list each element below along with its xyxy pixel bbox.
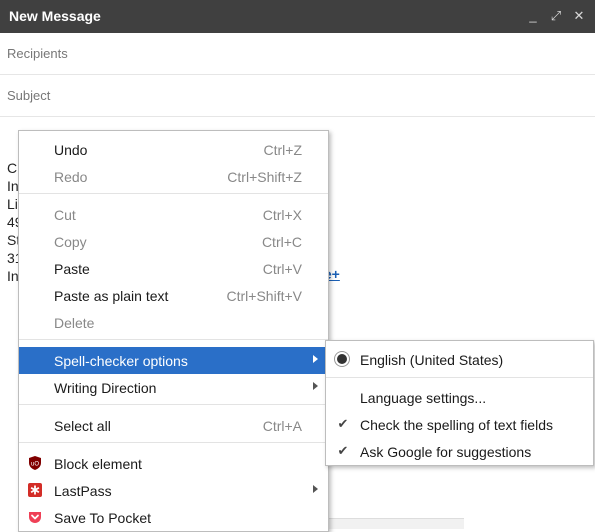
menu-item-redo[interactable]: Redo Ctrl+Shift+Z xyxy=(19,163,328,190)
menu-item-paste-plain[interactable]: Paste as plain text Ctrl+Shift+V xyxy=(19,282,328,309)
menu-item-label: Save To Pocket xyxy=(54,510,152,526)
submenu-item-label: Check the spelling of text fields xyxy=(360,417,553,433)
submenu-item-label: Ask Google for suggestions xyxy=(360,444,532,460)
subject-field[interactable]: Subject xyxy=(0,75,595,117)
submenu-arrow-icon xyxy=(313,355,318,363)
body-line: In xyxy=(7,268,19,284)
submenu-item-check-spelling[interactable]: ✔ Check the spelling of text fields xyxy=(326,411,593,438)
recipients-placeholder: Recipients xyxy=(7,46,68,61)
menu-item-cut[interactable]: Cut Ctrl+X xyxy=(19,201,328,228)
pocket-icon xyxy=(29,512,41,523)
menu-item-shortcut: Ctrl+Shift+Z xyxy=(227,169,302,185)
menu-item-label: Select all xyxy=(54,418,111,434)
submenu-arrow-icon xyxy=(313,382,318,390)
ublock-shield-icon: uO xyxy=(29,456,41,470)
menu-item-label: Undo xyxy=(54,142,88,158)
menu-item-label: Delete xyxy=(54,315,95,331)
submenu-item-label: English (United States) xyxy=(360,352,504,368)
minimize-icon[interactable]: _ xyxy=(524,7,542,25)
menu-item-label: Redo xyxy=(54,169,88,185)
menu-item-label: Copy xyxy=(54,234,87,250)
menu-item-select-all[interactable]: Select all Ctrl+A xyxy=(19,412,328,439)
lastpass-icon xyxy=(28,483,42,497)
menu-item-shortcut: Ctrl+Shift+V xyxy=(226,288,302,304)
menu-item-paste[interactable]: Paste Ctrl+V xyxy=(19,255,328,282)
menu-item-delete[interactable]: Delete xyxy=(19,309,328,336)
menu-item-label: Block element xyxy=(54,456,142,472)
radio-selected-icon xyxy=(337,354,347,364)
body-line: In xyxy=(7,178,19,194)
checkmark-icon: ✔ xyxy=(337,443,349,458)
menu-item-shortcut: Ctrl+V xyxy=(262,261,302,277)
checkmark-icon: ✔ xyxy=(337,416,349,431)
menu-item-shortcut: Ctrl+Z xyxy=(263,142,303,158)
maximize-icon[interactable]: ⤢ xyxy=(547,7,565,25)
menu-item-label: Paste as plain text xyxy=(54,288,169,304)
menu-item-label: Paste xyxy=(54,261,90,277)
body-line: Li xyxy=(7,196,18,212)
menu-separator xyxy=(19,193,328,194)
submenu-item-language-settings[interactable]: Language settings... xyxy=(326,384,593,411)
submenu-item-english-us[interactable]: English (United States) xyxy=(326,346,593,373)
menu-item-save-to-pocket[interactable]: Save To Pocket xyxy=(19,504,328,531)
menu-item-shortcut: Ctrl+X xyxy=(262,207,302,223)
menu-item-label: LastPass xyxy=(54,483,112,499)
menu-separator xyxy=(19,442,328,443)
menu-item-shortcut: Ctrl+A xyxy=(262,418,302,434)
toolbar-edge xyxy=(328,518,464,529)
svg-text:uO: uO xyxy=(31,462,39,468)
menu-item-block-element[interactable]: uO Block element xyxy=(19,450,328,477)
submenu-arrow-icon xyxy=(313,485,318,493)
menu-item-undo[interactable]: Undo Ctrl+Z xyxy=(19,136,328,163)
menu-item-spell-checker[interactable]: Spell-checker options xyxy=(19,347,328,374)
menu-item-lastpass[interactable]: LastPass xyxy=(19,477,328,504)
spell-checker-submenu: English (United States) Language setting… xyxy=(325,340,594,466)
menu-separator xyxy=(19,404,328,405)
close-icon[interactable]: ✕ xyxy=(570,7,588,25)
menu-separator xyxy=(326,377,593,378)
menu-item-shortcut: Ctrl+C xyxy=(261,234,302,250)
menu-item-label: Cut xyxy=(54,207,76,223)
menu-separator xyxy=(19,339,328,340)
body-line: C xyxy=(7,160,18,176)
menu-item-copy[interactable]: Copy Ctrl+C xyxy=(19,228,328,255)
compose-title-bar[interactable]: New Message _ ⤢ ✕ xyxy=(0,0,595,33)
window-title: New Message xyxy=(9,8,101,24)
submenu-item-ask-google[interactable]: ✔ Ask Google for suggestions xyxy=(326,438,593,465)
submenu-item-label: Language settings... xyxy=(360,390,487,406)
menu-item-label: Spell-checker options xyxy=(54,353,188,369)
context-menu: Undo Ctrl+Z Redo Ctrl+Shift+Z Cut Ctrl+X… xyxy=(18,130,329,532)
menu-item-writing-direction[interactable]: Writing Direction xyxy=(19,374,328,401)
recipients-field[interactable]: Recipients xyxy=(0,33,595,75)
subject-placeholder: Subject xyxy=(7,88,51,103)
menu-item-label: Writing Direction xyxy=(54,380,157,396)
